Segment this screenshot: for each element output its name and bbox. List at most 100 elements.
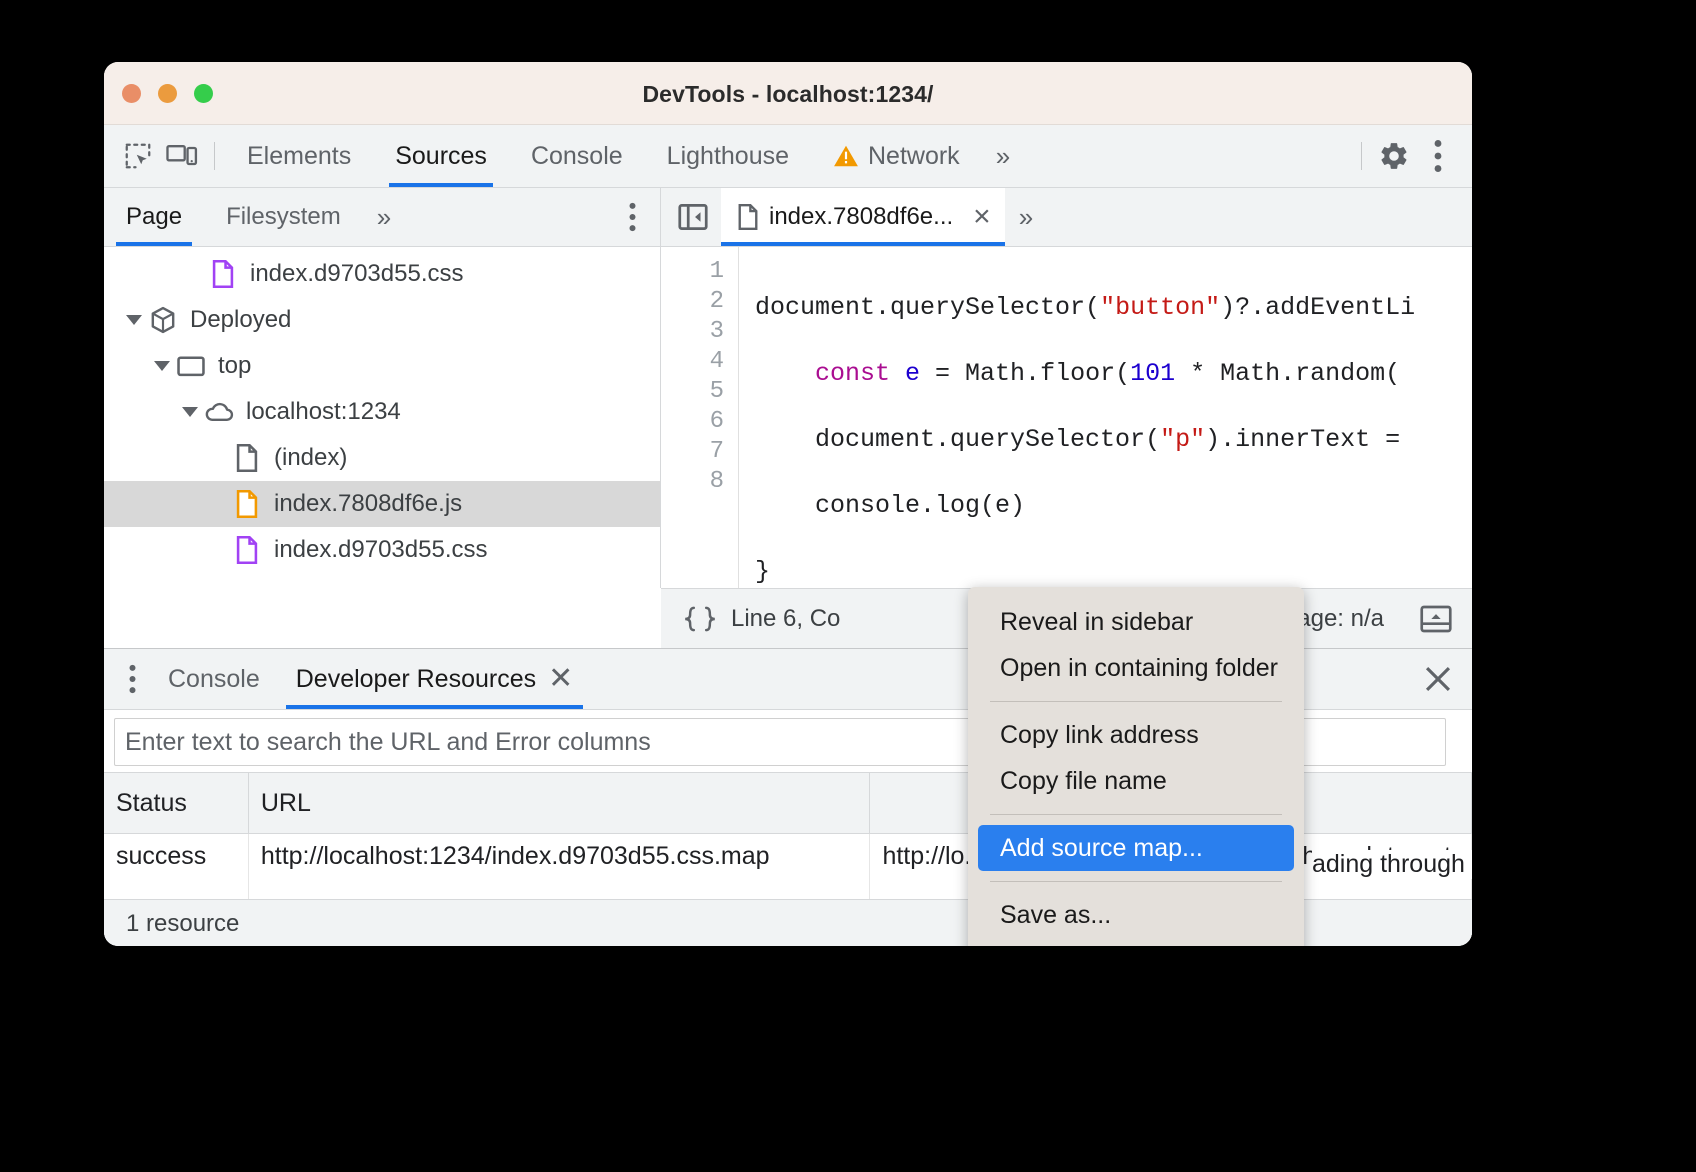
navigator-tab-filesystem[interactable]: Filesystem [204, 188, 363, 246]
more-options-icon[interactable] [114, 657, 150, 701]
frame-icon [176, 351, 206, 381]
navigator-tab-page[interactable]: Page [104, 188, 204, 246]
code-token-variable: e [890, 359, 935, 388]
cell-url: http://localhost:1234/index.d9703d55.css… [248, 834, 870, 880]
tab-console-label: Console [531, 142, 623, 171]
menu-separator [990, 701, 1282, 702]
title-bar: DevTools - localhost:1234/ [104, 62, 1472, 125]
inspect-element-icon[interactable] [116, 134, 160, 178]
file-tree: index.d9703d55.css Deployed [104, 247, 660, 573]
tab-network-label: Network [868, 142, 960, 171]
panel-tabs: Elements Sources Console Lighthouse [225, 125, 1020, 187]
screen: DevTools - localhost:1234/ Elem [0, 0, 1696, 1172]
tab-sources[interactable]: Sources [373, 125, 509, 187]
column-header-status[interactable]: Status [104, 773, 248, 834]
tree-item-css-top[interactable]: index.d9703d55.css [104, 251, 660, 297]
drawer-tab-console[interactable]: Console [150, 649, 278, 709]
close-drawer-icon[interactable] [1416, 657, 1460, 701]
cell-status: success [104, 834, 248, 880]
tree-item-label: Deployed [190, 306, 291, 334]
document-file-icon [232, 443, 262, 473]
line-number: 8 [661, 467, 738, 497]
device-toolbar-icon[interactable] [160, 134, 204, 178]
code-area[interactable]: 1 2 3 4 5 6 7 8 document.querySelector("… [661, 247, 1472, 589]
menu-item-copy-file-name[interactable]: Copy file name [978, 758, 1294, 804]
pretty-print-icon [679, 605, 721, 633]
menu-item-copy-link-address[interactable]: Copy link address [978, 712, 1294, 758]
deployed-cube-icon [148, 305, 178, 335]
tree-item-deployed[interactable]: Deployed [104, 297, 660, 343]
document-file-icon [737, 204, 759, 230]
toolbar-divider-right [1361, 142, 1362, 170]
tab-sources-label: Sources [395, 142, 487, 171]
line-number: 1 [661, 257, 738, 287]
toolbar-right [1351, 134, 1472, 178]
window-title: DevTools - localhost:1234/ [104, 81, 1472, 108]
line-number: 7 [661, 437, 738, 467]
tree-item-label: (index) [274, 444, 347, 472]
column-header-url[interactable]: URL [248, 773, 870, 834]
line-number: 4 [661, 347, 738, 377]
tree-item-label: top [218, 352, 251, 380]
navigator-more-button[interactable]: » [363, 202, 401, 233]
close-icon[interactable]: × [963, 202, 991, 232]
chevron-down-icon[interactable] [182, 407, 198, 417]
menu-item-open-in-containing-folder[interactable]: Open in containing folder [978, 645, 1294, 691]
menu-separator [990, 814, 1282, 815]
tree-item-index-css[interactable]: index.d9703d55.css [104, 527, 660, 573]
tree-item-localhost[interactable]: localhost:1234 [104, 389, 660, 435]
more-options-icon[interactable] [1416, 134, 1460, 178]
css-file-icon [232, 535, 262, 565]
line-number: 6 [661, 407, 738, 437]
resource-count-label: 1 resource [126, 910, 239, 938]
chevron-down-icon[interactable] [154, 361, 170, 371]
collapse-sidebar-icon[interactable] [671, 195, 715, 239]
menu-item-add-source-map[interactable]: Add source map... [978, 825, 1294, 871]
tab-elements-label: Elements [247, 142, 351, 171]
menu-separator [990, 881, 1282, 882]
error-text: ading through target [1312, 850, 1472, 878]
gear-icon[interactable] [1372, 134, 1416, 178]
code-token-keyword: const [815, 359, 890, 388]
toggle-drawer-button[interactable] [1402, 604, 1472, 634]
toolbar-divider [214, 142, 215, 170]
code-line-5: } [755, 557, 1415, 587]
tab-console[interactable]: Console [509, 125, 645, 187]
close-icon[interactable]: ✕ [548, 664, 573, 694]
sources-navigator: Page Filesystem » [104, 188, 661, 588]
cursor-position-label: Line 6, Co [731, 605, 840, 633]
chevron-down-icon[interactable] [126, 315, 142, 325]
main-toolbar: Elements Sources Console Lighthouse [104, 125, 1472, 188]
tree-item-label: index.7808df6e.js [274, 490, 462, 518]
code-token: document.querySelector( [755, 425, 1160, 454]
menu-item-save-as[interactable]: Save as... [978, 892, 1294, 938]
line-number: 3 [661, 317, 738, 347]
more-options-icon[interactable] [610, 195, 654, 239]
tab-lighthouse[interactable]: Lighthouse [645, 125, 811, 187]
cloud-icon [204, 397, 234, 427]
tree-item-index-js[interactable]: index.7808df6e.js [104, 481, 660, 527]
js-file-icon [232, 489, 262, 519]
tree-item-top[interactable]: top [104, 343, 660, 389]
devtools-window: DevTools - localhost:1234/ Elem [104, 62, 1472, 946]
menu-item-reveal-in-sidebar[interactable]: Reveal in sidebar [978, 599, 1294, 645]
tree-item-label: localhost:1234 [246, 398, 401, 426]
code-token [755, 359, 815, 388]
tree-item-index[interactable]: (index) [104, 435, 660, 481]
navigator-tab-filesystem-label: Filesystem [226, 203, 341, 231]
tab-network[interactable]: Network [811, 125, 982, 187]
pretty-print-button[interactable]: Line 6, Co [661, 605, 858, 633]
drawer-tab-developer-resources[interactable]: Developer Resources ✕ [278, 649, 592, 709]
editor-tab-label: index.7808df6e... [769, 203, 953, 231]
menu-item-label: Reveal in sidebar [1000, 608, 1193, 637]
line-number-gutter: 1 2 3 4 5 6 7 8 [661, 247, 739, 589]
editor-tab-index-js[interactable]: index.7808df6e... × [721, 188, 1005, 246]
navigator-tabs: Page Filesystem » [104, 188, 660, 247]
tab-elements[interactable]: Elements [225, 125, 373, 187]
more-panels-button[interactable]: » [982, 141, 1020, 172]
editor-more-tabs-button[interactable]: » [1005, 202, 1043, 233]
code-line-2: const e = Math.floor(101 * Math.random( [755, 359, 1415, 389]
line-number: 5 [661, 377, 738, 407]
menu-item-label: Add source map... [1000, 834, 1203, 863]
menu-item-label: Copy link address [1000, 721, 1199, 750]
